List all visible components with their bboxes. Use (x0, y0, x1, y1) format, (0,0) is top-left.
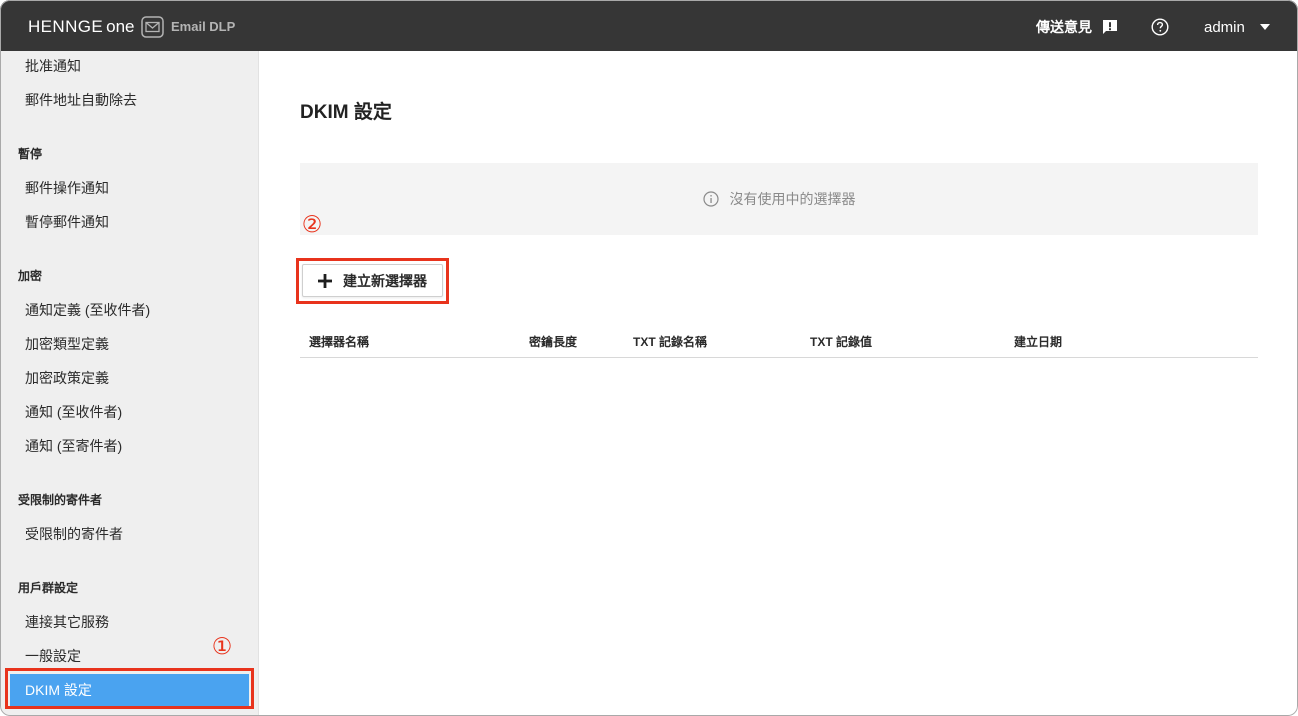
sidebar-heading-tenant-settings: 用戶群設定 (18, 581, 79, 595)
column-header-txt-record-value: TXT 記錄值 (810, 335, 872, 349)
main-content (260, 51, 1298, 716)
sidebar-group-encryption: 加密 通知定義 (至收件者) 加密類型定義 加密政策定義 通知 (至收件者) 通… (0, 259, 258, 463)
column-header-key-length: 密鑰長度 (529, 335, 578, 349)
sidebar-item-approval-notice[interactable]: 批准通知 (0, 51, 258, 83)
sidebar-group-suspend: 暫停 郵件操作通知 暫停郵件通知 (0, 137, 258, 239)
sidebar-group-tenant-settings: 用戶群設定 連接其它服務 一般設定 DKIM 設定 (0, 571, 258, 706)
sidebar-item-notice-recipient[interactable]: 通知 (至收件者) (0, 395, 258, 429)
column-header-selector-name: 選擇器名稱 (309, 335, 370, 349)
table-header-row: 選擇器名稱 密鑰長度 TXT 記錄名稱 TXT 記錄值 建立日期 (300, 326, 1258, 358)
sidebar-item-mail-action-notice[interactable]: 郵件操作通知 (0, 171, 258, 205)
logo-text-secondary: one (106, 17, 135, 36)
selector-table: 選擇器名稱 密鑰長度 TXT 記錄名稱 TXT 記錄值 建立日期 (300, 326, 1258, 358)
sidebar-item-notice-definition-recipient[interactable]: 通知定義 (至收件者) (0, 293, 258, 327)
sidebar-item-suspend-mail-notice[interactable]: 暫停郵件通知 (0, 205, 258, 239)
sidebar-item-general-settings[interactable]: 一般設定 (0, 639, 258, 673)
sidebar-heading-encryption: 加密 (18, 269, 43, 283)
feedback-button[interactable]: 傳送意見 (1036, 16, 1118, 38)
sidebar-group-restricted-senders: 受限制的寄件者 受限制的寄件者 (0, 483, 258, 551)
column-header-txt-record-name: TXT 記錄名稱 (633, 335, 707, 349)
page-title: DKIM 設定 (300, 102, 392, 123)
sidebar-group-approval: 批准通知 郵件地址自動除去 (0, 51, 258, 117)
sidebar[interactable]: 批准通知 郵件地址自動除去 暫停 郵件操作通知 暫停郵件通知 加密 通知定義 (… (0, 51, 259, 716)
sidebar-item-restricted-senders[interactable]: 受限制的寄件者 (0, 517, 258, 551)
user-name: admin (1204, 18, 1245, 36)
sidebar-item-notice-sender[interactable]: 通知 (至寄件者) (0, 429, 258, 463)
feedback-icon (1103, 20, 1117, 34)
logo-text-primary: HENNGE (28, 17, 104, 36)
mail-icon (141, 16, 164, 38)
sidebar-heading-suspend: 暫停 (18, 147, 43, 161)
brand-logo[interactable]: HENNGE one (28, 15, 135, 39)
sidebar-item-dkim-settings[interactable]: DKIM 設定 (10, 674, 249, 706)
user-menu[interactable]: admin (1204, 16, 1270, 38)
sidebar-item-connect-services[interactable]: 連接其它服務 (0, 605, 258, 639)
create-selector-button[interactable]: 建立新選擇器 (302, 264, 443, 297)
empty-state: 沒有使用中的選擇器 (300, 163, 1258, 235)
plus-icon (318, 273, 332, 288)
create-selector-label: 建立新選擇器 (343, 272, 427, 289)
product-name: Email DLP (171, 19, 236, 34)
help-icon[interactable] (1151, 18, 1169, 36)
feedback-label: 傳送意見 (1036, 19, 1092, 35)
sidebar-item-encryption-type-definition[interactable]: 加密類型定義 (0, 327, 258, 361)
empty-state-message: 沒有使用中的選擇器 (729, 191, 856, 207)
info-icon (702, 191, 719, 207)
sidebar-item-address-auto-removal[interactable]: 郵件地址自動除去 (0, 83, 258, 117)
caret-down-icon (1259, 24, 1270, 30)
sidebar-heading-restricted-senders: 受限制的寄件者 (18, 493, 103, 507)
sidebar-list: 批准通知 郵件地址自動除去 暫停 郵件操作通知 暫停郵件通知 加密 通知定義 (… (0, 51, 258, 707)
top-bar: HENNGE one Email DLP 傳送意見 admin (0, 0, 1298, 51)
app-window: HENNGE one Email DLP 傳送意見 admin 批准通知 郵件地… (0, 0, 1298, 716)
sidebar-item-encryption-policy-definition[interactable]: 加密政策定義 (0, 361, 258, 395)
column-header-created-date: 建立日期 (1014, 335, 1063, 349)
